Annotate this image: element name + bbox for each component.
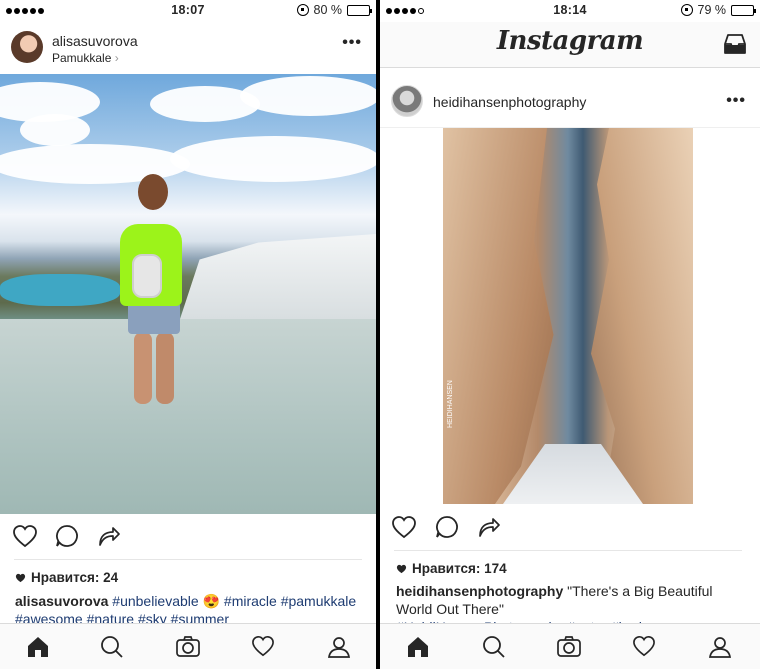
camera-icon[interactable]	[175, 635, 201, 664]
divider	[394, 550, 742, 551]
comment-icon[interactable]	[435, 515, 459, 544]
post-photo[interactable]: HEIDIHANSEN	[443, 128, 693, 504]
more-options-button[interactable]: •••	[726, 92, 746, 110]
status-bar: 18:07 80 %	[0, 0, 376, 22]
heart-icon[interactable]	[12, 524, 38, 553]
home-icon[interactable]	[406, 635, 430, 664]
comment-icon[interactable]	[55, 524, 79, 553]
heart-icon[interactable]	[391, 515, 417, 544]
left-screen: 18:07 80 % alisasuvorova Pamukkale › •••	[0, 0, 376, 669]
post-username[interactable]: heidihansenphotography	[433, 94, 586, 110]
post-actions	[380, 505, 760, 551]
divider	[14, 559, 362, 560]
emoji: 😍	[202, 593, 221, 609]
heart-icon	[15, 573, 26, 582]
home-icon[interactable]	[26, 635, 50, 664]
post-location[interactable]: Pamukkale ›	[52, 51, 119, 65]
rotation-lock-icon	[296, 4, 309, 16]
avatar[interactable]	[11, 31, 43, 63]
more-options-button[interactable]: •••	[342, 34, 362, 52]
share-icon[interactable]	[477, 515, 501, 544]
right-screen: 18:14 79 % Instagram heidihansenphotogra…	[380, 0, 760, 669]
hashtag[interactable]: #miracle	[224, 593, 277, 609]
tab-bar	[380, 623, 760, 669]
battery-percent: 79 %	[697, 3, 727, 17]
heart-icon[interactable]	[632, 635, 656, 662]
post-photo[interactable]	[0, 74, 376, 514]
inbox-icon[interactable]	[722, 32, 748, 61]
like-count[interactable]: Нравится: 174	[396, 561, 507, 576]
caption-username[interactable]: heidihansenphotography	[396, 583, 563, 599]
heart-icon[interactable]	[251, 635, 275, 662]
battery-icon	[731, 4, 756, 16]
hashtag[interactable]: #pamukkale	[281, 593, 357, 609]
post-actions	[0, 514, 376, 560]
camera-icon[interactable]	[556, 635, 582, 664]
caption-username[interactable]: alisasuvorova	[15, 593, 108, 609]
status-bar: 18:14 79 %	[380, 0, 760, 22]
heart-icon	[396, 564, 407, 573]
battery-icon	[347, 4, 372, 16]
rotation-lock-icon	[680, 4, 693, 16]
share-icon[interactable]	[97, 524, 121, 553]
hashtag[interactable]: #unbelievable	[112, 593, 198, 609]
top-nav: Instagram	[380, 22, 760, 68]
post-header: heidihansenphotography •••	[380, 78, 760, 128]
tab-bar	[0, 623, 376, 669]
search-icon[interactable]	[482, 635, 506, 664]
battery-percent: 80 %	[313, 3, 343, 17]
post-username[interactable]: alisasuvorova	[52, 33, 138, 49]
photo-watermark: HEIDIHANSEN	[447, 380, 454, 428]
profile-icon[interactable]	[327, 635, 351, 664]
avatar[interactable]	[391, 85, 423, 117]
profile-icon[interactable]	[708, 635, 732, 664]
like-count[interactable]: Нравится: 24	[15, 570, 118, 585]
post-header: alisasuvorova Pamukkale › •••	[0, 22, 376, 74]
instagram-logo: Instagram	[496, 26, 644, 56]
search-icon[interactable]	[100, 635, 124, 664]
